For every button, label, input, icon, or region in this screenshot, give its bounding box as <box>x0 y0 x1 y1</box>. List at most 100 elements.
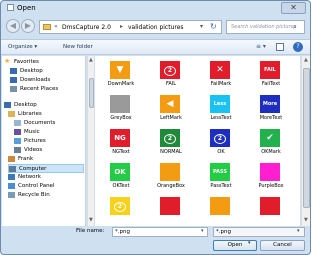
file-thumbnail: 2 <box>210 129 230 147</box>
preview-pane-icon[interactable] <box>276 43 284 51</box>
file-ok[interactable]: 2 OK <box>197 127 245 157</box>
file-normal[interactable]: 2 NORMAL <box>147 127 195 157</box>
file-thumbnail: 2 <box>110 197 130 215</box>
sidebar-item-network[interactable]: Network <box>8 173 84 182</box>
sidebar-item-recent-places[interactable]: Recent Places <box>10 85 84 94</box>
address-dropdown-icon[interactable]: ▾ <box>200 23 203 30</box>
sidebar-item-desktop[interactable]: Desktop <box>4 101 84 110</box>
file-fail[interactable]: 2 FAIL <box>147 59 195 89</box>
scroll-up-icon[interactable]: ▲ <box>304 57 308 63</box>
breadcrumb-arrow-icon[interactable]: ▸ <box>120 23 123 30</box>
sidebar-item-label: Favorites <box>14 59 39 65</box>
sidebar-item-music[interactable]: Music <box>14 128 84 137</box>
file-name: LessText <box>210 115 232 121</box>
file-thumbnail: FAIL <box>260 61 280 79</box>
file-item[interactable] <box>197 195 245 225</box>
address-bar[interactable]: « DmsCapture 2.0 ▸ validation pictures ▾… <box>39 20 222 34</box>
filename-input[interactable]: *.png <box>112 227 208 237</box>
file-item[interactable]: 2 <box>97 195 145 225</box>
back-button[interactable]: ◀ <box>6 19 20 33</box>
file-ngtext[interactable]: NG NGText <box>97 127 145 157</box>
file-passtext[interactable]: PASS PassText <box>197 161 245 191</box>
organize-button[interactable]: Organize ▾ <box>8 44 37 50</box>
sidebar-item-favorites[interactable]: ★ Favorites <box>4 57 84 67</box>
sidebar-item-downloads[interactable]: Downloads <box>10 76 84 85</box>
file-thumbnail: NG <box>110 129 130 147</box>
file-lesstext[interactable]: Less LessText <box>197 93 245 123</box>
sidebar-item-desktop[interactable]: Desktop <box>10 67 84 76</box>
sidebar-item-recycle-bin[interactable]: Recycle Bin <box>8 191 84 200</box>
scrollbar-thumb[interactable] <box>89 78 94 108</box>
scroll-down-icon[interactable]: ▼ <box>304 217 308 223</box>
file-list-scrollbar[interactable]: ▲ ▼ <box>301 56 310 226</box>
file-failtext[interactable]: FAIL FailText <box>247 59 295 89</box>
scrollbar-thumb[interactable] <box>303 68 310 208</box>
file-thumbnail: ▼ <box>110 61 130 79</box>
file-moretext[interactable]: More MoreText <box>247 93 295 123</box>
new-folder-button[interactable]: New folder <box>63 44 93 50</box>
libraries-icon <box>8 111 15 117</box>
file-purplebox[interactable]: PurpleBox <box>247 161 295 191</box>
sidebar-item-label: Network <box>18 174 41 180</box>
file-item[interactable] <box>247 195 295 225</box>
file-oktext[interactable]: OK OKText <box>97 161 145 191</box>
cancel-button[interactable]: Cancel <box>260 240 305 251</box>
file-orangebox[interactable]: OrangeBox <box>147 161 195 191</box>
videos-icon <box>14 147 21 153</box>
file-list: ▼ DownMark 2 FAIL ✕ FailMark FAIL FailText GreyB… <box>95 56 300 226</box>
sidebar-item-label: Desktop <box>14 102 37 108</box>
folder-icon <box>43 24 51 30</box>
open-dialog: Open ✕ ◀ ▶ « DmsCapture 2.0 ▸ validation… <box>0 0 311 255</box>
sidebar-item-control-panel[interactable]: Control Panel <box>8 182 84 191</box>
file-greybox[interactable]: GreyBox <box>97 93 145 123</box>
control-panel-icon <box>8 183 15 189</box>
file-failmark[interactable]: ✕ FailMark <box>197 59 245 89</box>
navigation-pane: ★ Favorites Desktop Downloads Recent Places D… <box>2 56 86 226</box>
file-leftmark[interactable]: ◀ LeftMark <box>147 93 195 123</box>
sidebar-item-label: Libraries <box>18 111 42 117</box>
file-item[interactable] <box>147 195 195 225</box>
scroll-up-icon[interactable]: ▲ <box>89 57 93 63</box>
sidebar-item-documents[interactable]: Documents <box>14 119 84 128</box>
sidebar-item-videos[interactable]: Videos <box>14 146 84 155</box>
sidebar-item-label: Recent Places <box>20 86 59 92</box>
file-thumbnail: PASS <box>210 163 230 181</box>
change-view-icon[interactable]: ≡ ▾ <box>256 43 266 50</box>
sidebar-item-label: Music <box>24 129 40 135</box>
sidebar-item-label: Control Panel <box>18 183 55 189</box>
help-icon[interactable]: ? <box>293 42 303 52</box>
file-name: FailText <box>261 81 281 87</box>
filename-dropdown-icon[interactable]: ▾ <box>201 228 204 234</box>
filetype-dropdown-icon[interactable]: ▾ <box>297 228 300 234</box>
file-thumbnail: More <box>260 95 280 113</box>
sidebar-item-label: Recycle Bin <box>18 192 50 198</box>
open-split-icon[interactable]: ▾ <box>248 240 251 246</box>
file-thumbnail <box>260 163 280 181</box>
breadcrumb-validation-pictures[interactable]: validation pictures <box>128 24 184 31</box>
sidebar-item-libraries[interactable]: Libraries <box>8 110 84 119</box>
search-icon[interactable]: ⌕ <box>293 23 297 32</box>
sidebar-item-frank[interactable]: Frank <box>8 155 84 164</box>
filetype-select[interactable]: *.png <box>213 227 305 237</box>
sidebar-item-pictures[interactable]: Pictures <box>14 137 84 146</box>
file-name: DownMark <box>107 81 135 87</box>
sidebar-item-computer[interactable]: Computer <box>8 164 84 173</box>
dialog-footer: File name: *.png ▾ *.png ▾ Open ▾ Cancel <box>1 227 310 255</box>
breadcrumb-overflow-icon[interactable]: « <box>54 23 58 30</box>
search-placeholder: Search validation pictures <box>231 24 297 30</box>
navigation-scrollbar[interactable]: ▲ ▼ <box>87 56 94 226</box>
breadcrumb-dmscapture[interactable]: DmsCapture 2.0 <box>62 24 111 31</box>
forward-button[interactable]: ▶ <box>21 19 35 33</box>
close-button[interactable]: ✕ <box>281 2 306 14</box>
file-downmark[interactable]: ▼ DownMark <box>97 59 145 89</box>
sidebar-item-label: Computer <box>19 166 47 172</box>
file-thumbnail <box>160 197 180 215</box>
scroll-down-icon[interactable]: ▼ <box>89 217 93 223</box>
refresh-icon[interactable]: ↻ <box>210 22 217 31</box>
sidebar-item-label: Frank <box>18 156 34 162</box>
file-okmark[interactable]: ✔ OKMark <box>247 127 295 157</box>
search-input[interactable]: Search validation pictures ⌕ <box>226 20 305 34</box>
file-name: PassText <box>210 183 232 189</box>
file-name: LeftMark <box>160 115 182 121</box>
file-name: OK <box>217 149 225 155</box>
